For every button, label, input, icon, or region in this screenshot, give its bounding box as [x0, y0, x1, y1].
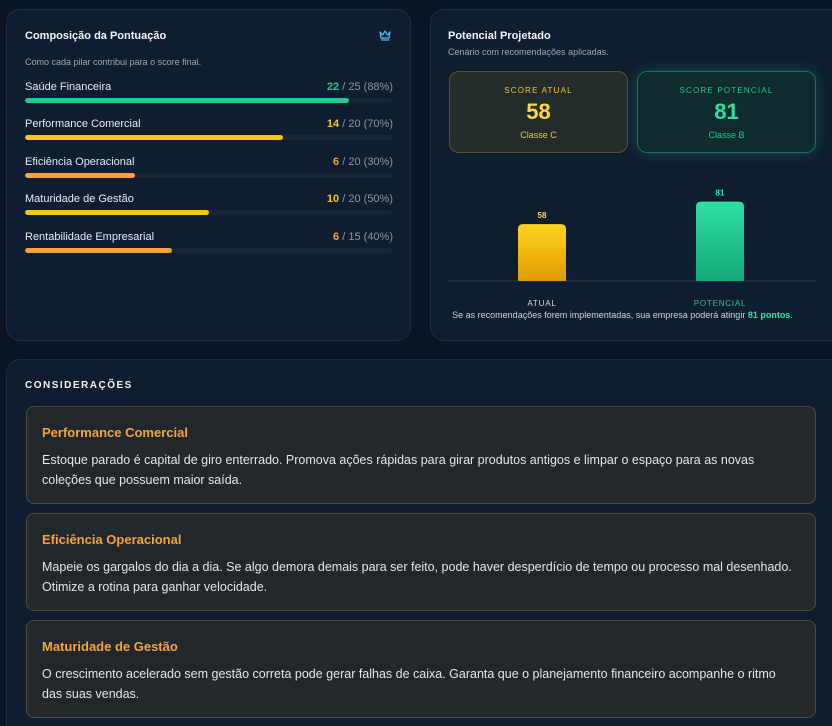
progress-track [25, 98, 393, 103]
current-score-value: 58 [526, 99, 551, 124]
consideration-item: Performance Comercial Estoque parado é c… [26, 406, 816, 504]
consideration-text: O crescimento acelerado sem gestão corre… [42, 667, 776, 701]
consideration-title: Performance Comercial [42, 425, 188, 440]
progress-fill [25, 210, 209, 215]
bar-atual [518, 224, 566, 281]
score-comparison-chart: 58 ATUAL 81 POTENCIAL [448, 189, 816, 308]
projection-note: Se as recomendações forem implementadas,… [452, 310, 793, 320]
pillar-score: 22 / 25 (88%) [326, 81, 393, 93]
score-composition-card: Composição da Pontuação Como cada pilar … [6, 9, 411, 341]
current-score-box: SCORE ATUAL 58 Classe C [449, 71, 628, 153]
pillar-row: Rentabilidade Empresarial 6 / 15 (40%) [25, 231, 393, 259]
potential-score-box: SCORE POTENCIAL 81 Classe B [637, 71, 816, 153]
consideration-title: Maturidade de Gestão [42, 639, 178, 654]
consideration-title: Eficiência Operacional [42, 532, 182, 547]
progress-fill [25, 98, 349, 103]
crown-icon [379, 30, 391, 41]
bar-value-label: 58 [538, 211, 547, 220]
potential-score-value: 81 [714, 99, 739, 124]
pillar-name: Saúde Financeira [25, 81, 112, 93]
pillar-row: Eficiência Operacional 6 / 20 (30%) [25, 156, 393, 184]
pillar-row: Saúde Financeira 22 / 25 (88%) [25, 81, 393, 109]
pillar-score: 10 / 20 (50%) [326, 193, 393, 205]
progress-track [25, 173, 393, 178]
progress-fill [25, 135, 283, 140]
pillar-row: Performance Comercial 14 / 20 (70%) [25, 118, 393, 146]
card-title: Potencial Projetado [448, 30, 551, 42]
card-subtitle: Cenário com recomendações aplicadas. [448, 47, 609, 57]
bar-value-label: 81 [716, 189, 725, 198]
progress-fill [25, 248, 173, 253]
considerations-card: CONSIDERAÇÕES Performance Comercial Esto… [6, 359, 832, 726]
pillar-name: Eficiência Operacional [25, 156, 135, 168]
card-subtitle: Como cada pilar contribui para o score f… [25, 57, 202, 67]
pillar-name: Performance Comercial [25, 118, 141, 130]
potential-score-label: SCORE POTENCIAL [679, 86, 774, 95]
category-label: ATUAL [527, 299, 556, 308]
pillar-name: Maturidade de Gestão [25, 193, 134, 205]
pillar-score: 6 / 15 (40%) [333, 231, 393, 243]
consideration-item: Eficiência Operacional Mapeie os gargalo… [26, 513, 816, 611]
potential-score-class: Classe B [708, 130, 745, 140]
current-score-label: SCORE ATUAL [504, 86, 573, 95]
bar-potencial [696, 201, 744, 281]
projected-potential-card: Potencial Projetado Cenário com recomend… [430, 9, 832, 341]
pillar-name: Rentabilidade Empresarial [25, 231, 155, 243]
considerations-heading: CONSIDERAÇÕES [25, 380, 133, 391]
pillar-row: Maturidade de Gestão 10 / 20 (50%) [25, 193, 393, 221]
progress-track [25, 210, 393, 215]
pillar-score: 6 / 20 (30%) [333, 156, 393, 168]
consideration-text: Estoque parado é capital de giro enterra… [42, 453, 755, 487]
progress-track [25, 248, 393, 253]
card-title: Composição da Pontuação [25, 30, 167, 42]
progress-track [25, 135, 393, 140]
category-label: POTENCIAL [694, 299, 747, 308]
highlight-points: 81 pontos [747, 310, 791, 320]
consideration-item: Maturidade de Gestão O crescimento acele… [26, 620, 816, 718]
progress-fill [25, 173, 136, 178]
consideration-text: Mapeie os gargalos do dia a dia. Se algo… [42, 560, 792, 594]
pillar-score: 14 / 20 (70%) [326, 118, 393, 130]
current-score-class: Classe C [520, 130, 557, 140]
